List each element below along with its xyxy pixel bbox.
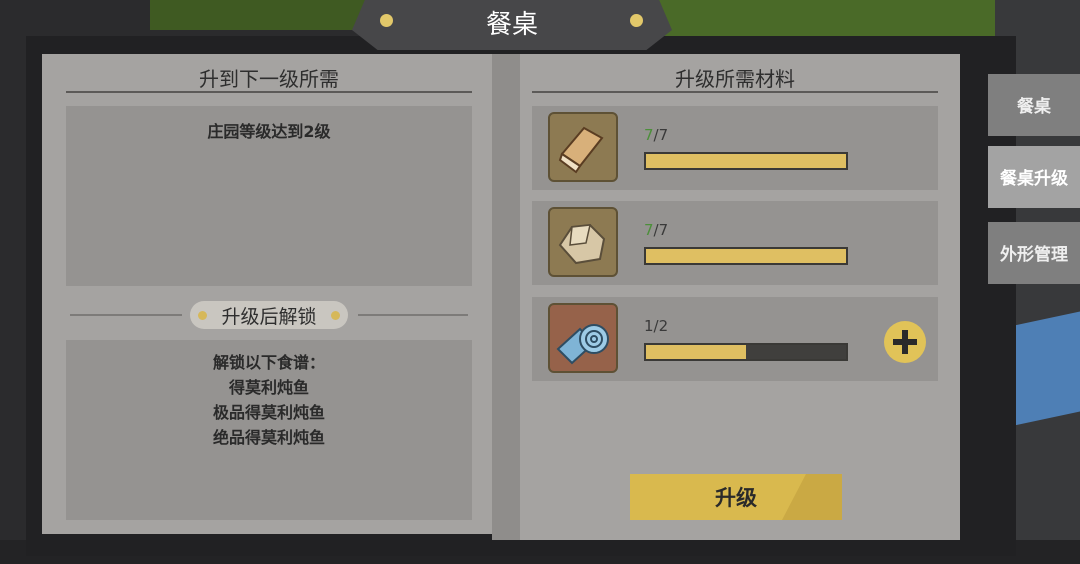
unlock-line: 解锁以下食谱：: [212, 353, 325, 372]
tab-table-upgrade[interactable]: 餐桌升级: [988, 146, 1080, 208]
unlock-title: 升级后解锁: [221, 306, 317, 328]
tab-table[interactable]: 餐桌: [988, 74, 1080, 136]
requirements-title: 升到下一级所需: [199, 67, 339, 91]
material-progress: [644, 343, 848, 361]
tab-appearance[interactable]: 外形管理: [988, 222, 1080, 284]
material-count: 7/7: [644, 221, 669, 239]
tab-label: 餐桌: [1017, 97, 1051, 117]
material-progress: [644, 247, 848, 265]
add-material-button[interactable]: [884, 321, 926, 363]
divider-right: [358, 314, 468, 316]
divider: [532, 91, 938, 93]
unlock-line: 极品得莫利炖鱼: [212, 403, 325, 422]
material-row-wood: 7/7: [532, 106, 938, 190]
progress-fill: [646, 345, 746, 359]
upgrade-label: 升级: [715, 486, 757, 510]
progress-fill: [646, 249, 846, 263]
unlock-line: 得莫利炖鱼: [228, 378, 309, 397]
tab-label: 餐桌升级: [1000, 169, 1068, 189]
unlock-line: 绝品得莫利炖鱼: [212, 428, 325, 447]
materials-title: 升级所需材料: [675, 67, 795, 91]
stone-icon[interactable]: [548, 207, 618, 277]
unlock-list: 解锁以下食谱： 得莫利炖鱼 极品得莫利炖鱼 绝品得莫利炖鱼: [66, 350, 472, 450]
upgrade-button[interactable]: 升级: [630, 474, 842, 520]
material-count: 7/7: [644, 126, 669, 144]
cloth-roll-icon[interactable]: [548, 303, 618, 373]
divider-left: [70, 314, 182, 316]
material-progress: [644, 152, 848, 170]
page-title: 餐桌: [485, 10, 538, 40]
wood-icon[interactable]: [548, 112, 618, 182]
material-count: 1/2: [644, 317, 669, 335]
progress-fill: [646, 154, 846, 168]
tab-label: 外形管理: [1000, 245, 1068, 265]
material-row-cloth: 1/2: [532, 297, 938, 381]
material-row-stone: 7/7: [532, 201, 938, 285]
divider: [66, 91, 472, 93]
requirement-text: 庄园等级达到2级: [207, 122, 331, 141]
